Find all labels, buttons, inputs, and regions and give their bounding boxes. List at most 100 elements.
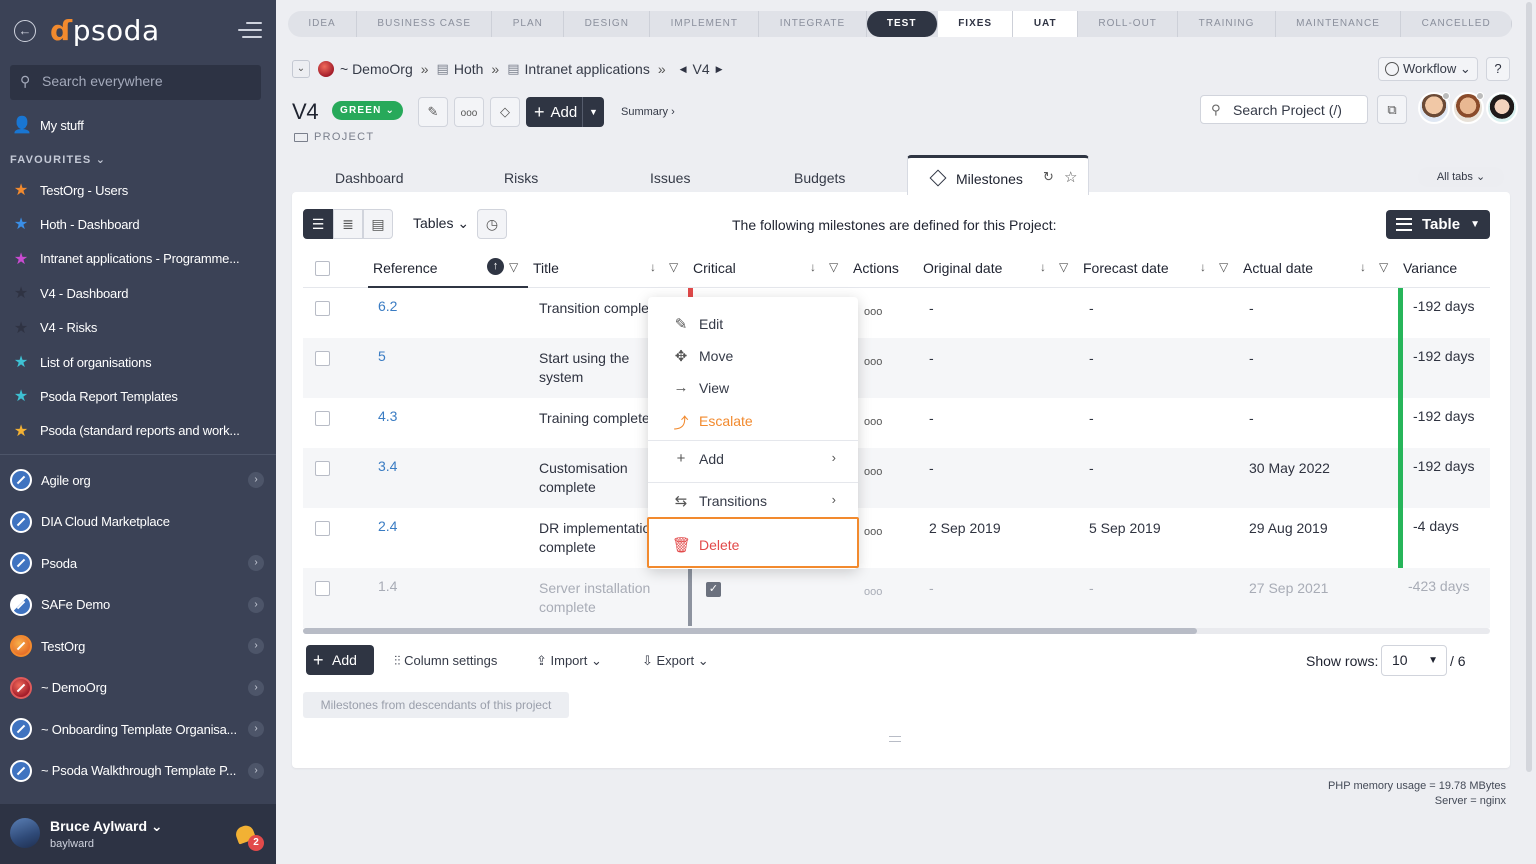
row-checkbox[interactable] — [315, 301, 330, 316]
milestone-reference-link[interactable]: 5 — [378, 347, 386, 366]
row-checkbox[interactable] — [315, 411, 330, 426]
organisation-item[interactable]: SAFe Demo › — [0, 585, 276, 625]
add-button[interactable]: + Add ▼ — [526, 97, 604, 127]
phase-plan[interactable]: PLAN — [492, 11, 565, 37]
status-badge[interactable]: GREEN ⌄ — [332, 101, 404, 120]
previous-sibling-icon[interactable]: ◀ — [680, 64, 687, 75]
favourite-star-icon[interactable]: ☆ — [1064, 168, 1077, 186]
favourite-item[interactable]: ★ TestOrg - Users — [0, 175, 276, 205]
more-actions-button[interactable]: ooo — [454, 97, 484, 127]
project-search-input[interactable] — [1233, 102, 1363, 118]
sort-icon[interactable]: ↓ — [1040, 260, 1046, 274]
horizontal-scrollbar[interactable] — [303, 628, 1490, 634]
milestone-title[interactable]: DR implementatio complete — [539, 519, 650, 557]
summary-link[interactable]: Summary › — [621, 106, 675, 118]
tab-milestones[interactable]: Milestones ↻ ☆ — [907, 155, 1089, 195]
column-header-critical[interactable]: Critical — [693, 260, 736, 276]
import-button[interactable]: ⇪ Import ⌄ — [536, 653, 602, 669]
milestone-reference-link[interactable]: 1.4 — [378, 577, 397, 596]
tab-risks[interactable]: Risks — [504, 170, 538, 186]
menu-item-edit[interactable]: ✎ Edit — [648, 308, 858, 340]
my-stuff-link[interactable]: 👤 My stuff — [0, 110, 276, 140]
phase-training[interactable]: TRAINING — [1178, 11, 1276, 37]
favourite-item[interactable]: ★ Psoda (standard reports and work... — [0, 416, 276, 446]
share-button[interactable]: ⧉ — [1377, 95, 1407, 124]
phase-implement[interactable]: IMPLEMENT — [650, 11, 760, 37]
team-member-avatar[interactable] — [1486, 92, 1518, 124]
sort-icon[interactable]: ↓ — [1200, 260, 1206, 274]
table-row[interactable]: 5 Start using the system ooo - - - -192 days — [303, 338, 1490, 398]
organisation-item[interactable]: Psoda › — [0, 543, 276, 583]
breadcrumb-programme[interactable]: Hoth — [454, 61, 484, 77]
row-checkbox[interactable] — [315, 521, 330, 536]
milestone-title[interactable]: Start using the system — [539, 349, 629, 387]
organisation-item[interactable]: Agile org › — [0, 460, 276, 500]
milestone-reference-link[interactable]: 3.4 — [378, 457, 397, 476]
user-name[interactable]: Bruce Aylward ⌄ — [50, 818, 163, 835]
row-actions-icon[interactable]: ooo — [864, 413, 882, 432]
row-checkbox[interactable] — [315, 351, 330, 366]
tables-dropdown[interactable]: Tables ⌄ — [413, 215, 469, 232]
vertical-scrollbar[interactable] — [1524, 0, 1532, 864]
row-actions-icon[interactable]: ooo — [864, 463, 882, 482]
table-row[interactable]: 2.4 DR implementatio complete ooo 2 Sep 2019… — [303, 508, 1490, 568]
row-actions-icon[interactable]: ooo — [864, 583, 882, 602]
row-actions-icon[interactable]: ooo — [864, 353, 882, 372]
phase-maintenance[interactable]: MAINTENANCE — [1276, 11, 1402, 37]
table-row[interactable]: 4.3 Training complete ooo - - - -192 days — [303, 398, 1490, 448]
phase-design[interactable]: DESIGN — [564, 11, 651, 37]
menu-item-transitions[interactable]: ⇆ Transitions › — [648, 485, 858, 517]
column-settings-button[interactable]: ⫶⫶ Column settings — [394, 653, 497, 669]
menu-item-view[interactable]: → View — [648, 372, 858, 404]
favourites-heading[interactable]: FAVOURITES ⌄ — [10, 153, 106, 166]
milestone-reference-link[interactable]: 4.3 — [378, 407, 397, 426]
favourite-item[interactable]: ★ V4 - Dashboard — [0, 278, 276, 308]
milestone-title[interactable]: Customisation complete — [539, 459, 628, 497]
tag-button[interactable]: ◇ — [490, 97, 520, 127]
chevron-right-icon[interactable]: › — [248, 596, 264, 613]
row-checkbox[interactable] — [315, 581, 330, 596]
filter-icon[interactable]: ▽ — [509, 260, 518, 274]
row-actions-icon[interactable]: ooo — [864, 523, 882, 542]
filter-icon[interactable]: ▽ — [1219, 260, 1228, 274]
row-checkbox[interactable] — [315, 461, 330, 476]
phase-cancelled[interactable]: CANCELLED — [1401, 11, 1512, 37]
sort-ascending-icon[interactable]: ↑ — [487, 258, 504, 275]
chevron-right-icon[interactable]: › — [248, 762, 264, 779]
row-actions-icon[interactable]: ooo — [864, 303, 882, 322]
table-row[interactable]: 1.4 Server installation complete ooo - - 27 Se… — [303, 568, 1490, 628]
critical-checkbox[interactable]: ✓ — [706, 582, 721, 597]
refresh-icon[interactable]: ↻ — [1043, 169, 1054, 185]
chevron-right-icon[interactable]: › — [248, 555, 264, 571]
milestone-reference-link[interactable]: 6.2 — [378, 297, 397, 316]
table-row[interactable]: 3.4 Customisation complete ooo - - 30 May 2022… — [303, 448, 1490, 508]
organisation-item[interactable]: ~ Onboarding Template Organisa... › — [0, 709, 276, 749]
breadcrumb-sub-programme[interactable]: Intranet applications — [525, 61, 650, 77]
table-row[interactable]: 6.2 Transition comple ooo - - - -192 days — [303, 288, 1490, 338]
milestone-title[interactable]: Training complete — [539, 409, 650, 428]
scrollbar-thumb[interactable] — [1526, 2, 1532, 772]
select-all-checkbox[interactable] — [315, 261, 330, 276]
breadcrumb-dropdown[interactable]: ⌄ — [292, 60, 310, 78]
organisation-item[interactable]: ~ DemoOrg › — [0, 668, 276, 708]
chevron-right-icon[interactable]: › — [248, 721, 264, 737]
help-button[interactable]: ? — [1486, 57, 1510, 81]
resize-handle-icon[interactable] — [889, 736, 901, 742]
export-button[interactable]: ⇩ Export ⌄ — [642, 653, 709, 669]
column-header-variance[interactable]: Variance — [1403, 260, 1457, 276]
column-header-reference[interactable]: Reference — [373, 260, 438, 276]
chevron-right-icon[interactable]: › — [248, 638, 264, 654]
column-header-actual-date[interactable]: Actual date — [1243, 260, 1313, 276]
filter-icon[interactable]: ▽ — [829, 260, 838, 274]
psoda-logo[interactable]: ɗpsoda — [50, 14, 160, 47]
project-search[interactable]: ⚲ — [1200, 95, 1368, 124]
phase-integrate[interactable]: INTEGRATE — [759, 11, 867, 37]
menu-item-add[interactable]: + Add › — [648, 443, 858, 475]
chevron-right-icon[interactable]: › — [248, 679, 264, 696]
tab-dashboard[interactable]: Dashboard — [335, 170, 404, 186]
organisation-item[interactable]: TestOrg › — [0, 626, 276, 666]
sort-icon[interactable]: ↓ — [650, 260, 656, 274]
milestone-title[interactable]: Transition comple — [539, 299, 649, 318]
add-milestone-button[interactable]: + Add — [306, 645, 374, 675]
organisation-item[interactable]: DIA Cloud Marketplace — [0, 502, 276, 542]
